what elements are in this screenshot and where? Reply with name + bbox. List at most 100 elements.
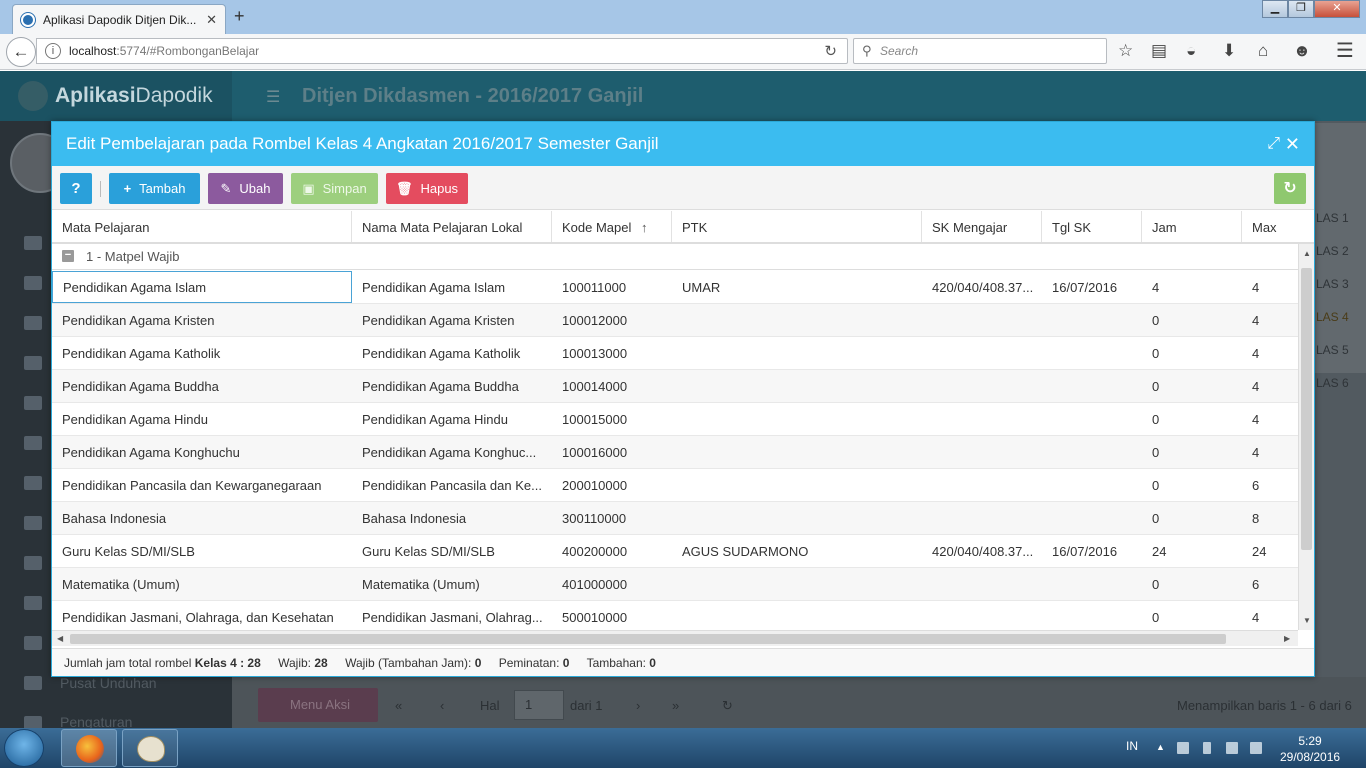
table-row[interactable]: Pendidikan Agama Islam Pendidikan Agama I… xyxy=(52,271,1298,304)
column-header-jam[interactable]: Jam xyxy=(1142,211,1242,242)
cell-kode[interactable]: 100016000 xyxy=(552,436,672,468)
taskbar-firefox[interactable] xyxy=(61,729,117,767)
column-header-tgl-sk[interactable]: Tgl SK xyxy=(1042,211,1142,242)
cell-sk[interactable]: 420/040/408.37... xyxy=(922,271,1042,303)
cell-sk[interactable] xyxy=(922,304,1042,336)
cell-sk[interactable] xyxy=(922,436,1042,468)
cell-jam[interactable]: 0 xyxy=(1142,601,1242,630)
cell-sk[interactable] xyxy=(922,403,1042,435)
cell-max[interactable]: 4 xyxy=(1242,370,1298,402)
binoculars-icon[interactable] xyxy=(24,356,42,370)
system-clock[interactable]: 5:29 29/08/2016 xyxy=(1280,733,1340,765)
expand-icon[interactable]: ⤢ xyxy=(1267,122,1280,166)
cell-tgl[interactable] xyxy=(1042,370,1142,402)
book-icon[interactable] xyxy=(24,316,42,330)
scroll-up-icon[interactable]: ▲ xyxy=(1303,249,1311,258)
cell-max[interactable]: 4 xyxy=(1242,304,1298,336)
cell-mapel[interactable]: Pendidikan Jasmani, Olahraga, dan Keseha… xyxy=(52,601,352,630)
cell-ptk[interactable] xyxy=(672,568,922,600)
help-button[interactable]: ? xyxy=(60,173,92,204)
scroll-left-icon[interactable]: ◀ xyxy=(57,634,63,643)
cell-max[interactable]: 24 xyxy=(1242,535,1298,567)
cell-kode[interactable]: 100011000 xyxy=(552,271,672,303)
cell-ptk[interactable]: AGUS SUDARMONO xyxy=(672,535,922,567)
cell-jam[interactable]: 0 xyxy=(1142,502,1242,534)
cell-mapel[interactable]: Guru Kelas SD/MI/SLB xyxy=(52,535,352,567)
tab-close-icon[interactable]: ✕ xyxy=(206,12,217,28)
cell-lokal[interactable]: Pendidikan Agama Islam xyxy=(352,271,552,303)
cell-lokal[interactable]: Pendidikan Jasmani, Olahrag... xyxy=(352,601,552,630)
cell-kode[interactable]: 500010000 xyxy=(552,601,672,630)
cell-ptk[interactable] xyxy=(672,304,922,336)
cell-tgl[interactable] xyxy=(1042,601,1142,630)
cell-ptk[interactable] xyxy=(672,370,922,402)
cell-mapel[interactable]: Pendidikan Agama Islam xyxy=(52,271,352,303)
scroll-right-icon[interactable]: ▶ xyxy=(1284,634,1290,643)
cell-lokal[interactable]: Pendidikan Agama Katholik xyxy=(352,337,552,369)
cell-mapel[interactable]: Pendidikan Agama Konghuchu xyxy=(52,436,352,468)
back-arrow-icon[interactable]: ← xyxy=(6,37,36,67)
cell-max[interactable]: 4 xyxy=(1242,601,1298,630)
cell-ptk[interactable] xyxy=(672,337,922,369)
column-header-ptk[interactable]: PTK xyxy=(672,211,922,242)
table-row[interactable]: Pendidikan Pancasila dan Kewarganegaraan… xyxy=(52,469,1298,502)
users-icon[interactable] xyxy=(24,476,42,490)
close-icon[interactable]: ✕ xyxy=(1285,122,1300,166)
scroll-down-icon[interactable]: ▼ xyxy=(1303,616,1311,625)
list-item[interactable]: LAS 2 xyxy=(1316,244,1349,258)
search-bar[interactable]: ⚲ Search xyxy=(853,38,1107,64)
cell-max[interactable]: 4 xyxy=(1242,271,1298,303)
cell-mapel[interactable]: Pendidikan Pancasila dan Kewarganegaraan xyxy=(52,469,352,501)
cell-sk[interactable] xyxy=(922,370,1042,402)
network-icon[interactable] xyxy=(1226,742,1238,754)
smile-icon[interactable] xyxy=(24,436,42,450)
cell-kode[interactable]: 400200000 xyxy=(552,535,672,567)
cell-jam[interactable]: 0 xyxy=(1142,469,1242,501)
cell-sk[interactable] xyxy=(922,502,1042,534)
cell-max[interactable]: 8 xyxy=(1242,502,1298,534)
cell-lokal[interactable]: Pendidikan Agama Hindu xyxy=(352,403,552,435)
cell-max[interactable]: 6 xyxy=(1242,469,1298,501)
table-row[interactable]: Pendidikan Agama Kristen Pendidikan Agama… xyxy=(52,304,1298,337)
action-center-icon[interactable] xyxy=(1177,742,1189,754)
cell-sk[interactable]: 420/040/408.37... xyxy=(922,535,1042,567)
horizontal-scroll-thumb[interactable] xyxy=(70,634,1226,644)
smile-icon-2[interactable] xyxy=(24,516,42,530)
cell-mapel[interactable]: Matematika (Umum) xyxy=(52,568,352,600)
hello-icon[interactable]: ☻ xyxy=(1293,41,1311,61)
table-row[interactable]: Pendidikan Agama Katholik Pendidikan Agam… xyxy=(52,337,1298,370)
vertical-scrollbar[interactable]: ▲ ▼ xyxy=(1298,244,1314,630)
cell-lokal[interactable]: Guru Kelas SD/MI/SLB xyxy=(352,535,552,567)
cell-mapel[interactable]: Pendidikan Agama Hindu xyxy=(52,403,352,435)
cell-jam[interactable]: 0 xyxy=(1142,568,1242,600)
cell-tgl[interactable]: 16/07/2016 xyxy=(1042,271,1142,303)
pager-refresh-icon[interactable]: ↻ xyxy=(722,698,733,714)
cell-jam[interactable]: 0 xyxy=(1142,436,1242,468)
table-row[interactable]: Guru Kelas SD/MI/SLB Guru Kelas SD/MI/SLB… xyxy=(52,535,1298,568)
cell-kode[interactable]: 300110000 xyxy=(552,502,672,534)
reload-icon[interactable]: ↻ xyxy=(824,42,837,60)
cell-max[interactable]: 4 xyxy=(1242,436,1298,468)
cell-mapel[interactable]: Pendidikan Agama Katholik xyxy=(52,337,352,369)
browser-tab[interactable]: Aplikasi Dapodik Ditjen Dik... ✕ xyxy=(12,4,226,34)
cell-kode[interactable]: 100013000 xyxy=(552,337,672,369)
window-maximize-button[interactable]: ❐ xyxy=(1288,0,1314,18)
user-icon[interactable] xyxy=(24,276,42,290)
column-header-mata-pelajaran[interactable]: Mata Pelajaran xyxy=(52,211,352,242)
cell-jam[interactable]: 4 xyxy=(1142,271,1242,303)
table-row[interactable]: Pendidikan Agama Hindu Pendidikan Agama H… xyxy=(52,403,1298,436)
pager-page-input[interactable]: 1 xyxy=(514,690,564,720)
prev-page-icon[interactable]: ‹ xyxy=(440,698,444,713)
column-header-kode-mapel[interactable]: Kode Mapel ↑ xyxy=(552,211,672,242)
info-icon[interactable]: i xyxy=(45,43,61,59)
list-item-selected[interactable]: LAS 4 xyxy=(1316,310,1349,324)
first-page-icon[interactable]: « xyxy=(395,698,402,713)
vertical-scroll-thumb[interactable] xyxy=(1301,268,1312,550)
cell-lokal[interactable]: Pendidikan Agama Konghuc... xyxy=(352,436,552,468)
cell-tgl[interactable] xyxy=(1042,469,1142,501)
transfer-icon[interactable] xyxy=(24,636,42,650)
cell-sk[interactable] xyxy=(922,601,1042,630)
battery-icon[interactable] xyxy=(1203,742,1211,754)
table-row[interactable]: Bahasa Indonesia Bahasa Indonesia 30011000… xyxy=(52,502,1298,535)
cell-ptk[interactable] xyxy=(672,403,922,435)
